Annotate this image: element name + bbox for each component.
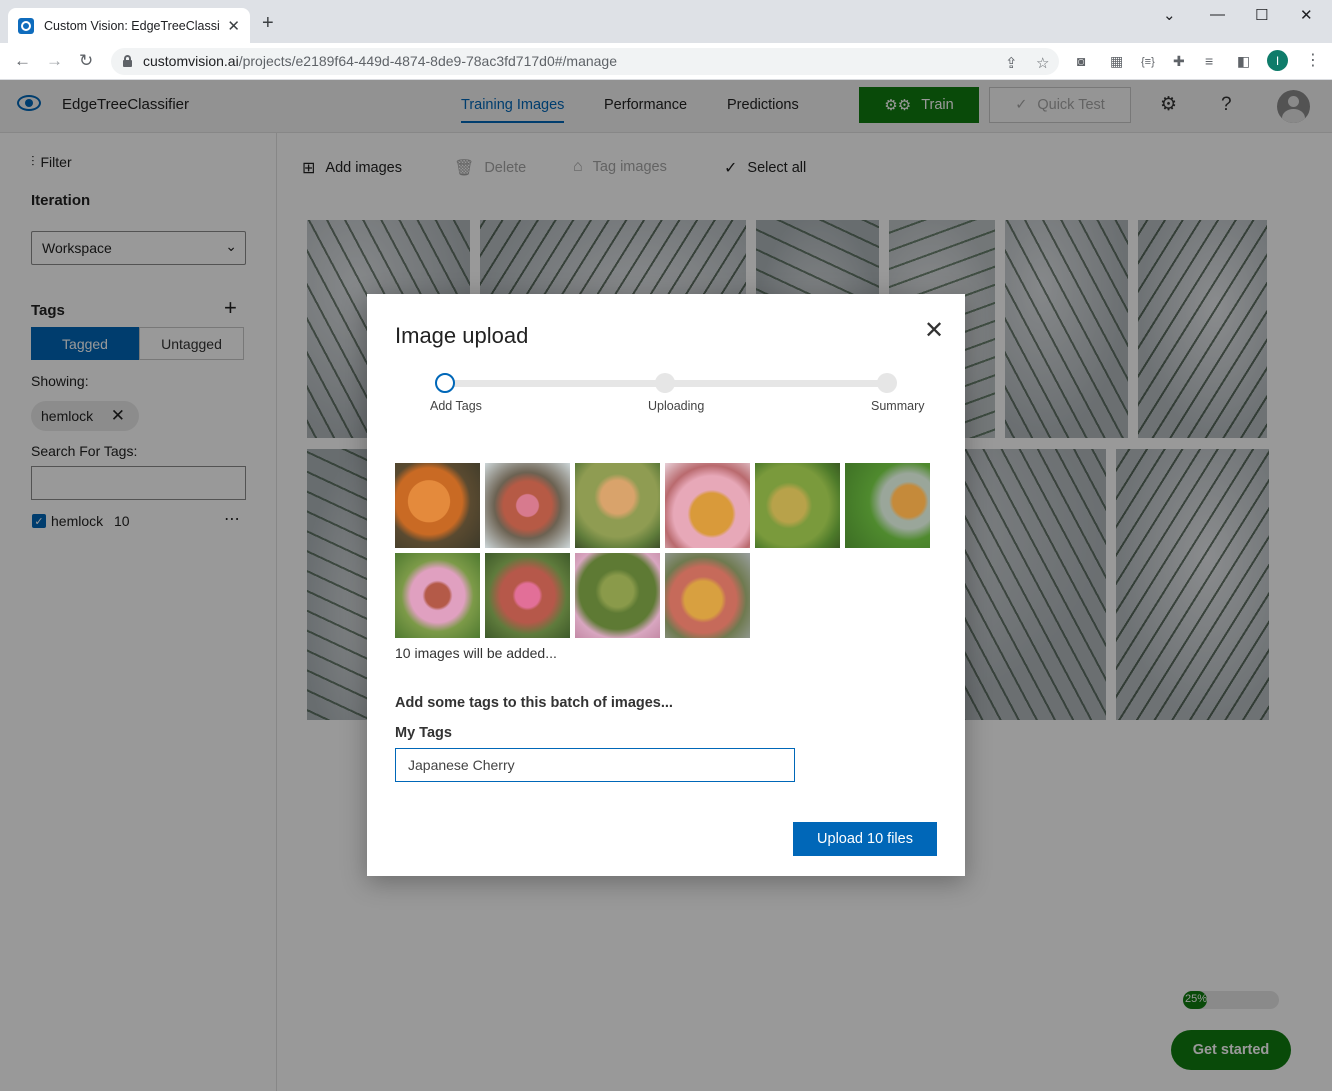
forward-arrow-icon[interactable]: →	[46, 52, 63, 69]
browser-tab[interactable]: Custom Vision: EdgeTreeClassifier ✕	[8, 8, 250, 43]
tags-prompt: Add some tags to this batch of images...	[395, 695, 673, 711]
url-omnibox[interactable]: customvision.ai/projects/e2189f64-449d-4…	[111, 48, 1059, 75]
browser-profile-avatar[interactable]: I	[1267, 50, 1288, 71]
window-close-icon[interactable]: ✕	[1300, 6, 1313, 24]
upload-preview-thumbnail	[395, 463, 480, 548]
browser-tab-strip: Custom Vision: EdgeTreeClassifier ✕ + ⌄ …	[0, 0, 1332, 43]
url-text: customvision.ai/projects/e2189f64-449d-4…	[143, 53, 617, 69]
upload-preview-thumbnail	[395, 553, 480, 638]
share-icon[interactable]: ⇪	[1005, 54, 1018, 72]
media-control-icon[interactable]: ≡	[1205, 53, 1213, 69]
image-count-text: 10 images will be added...	[395, 645, 557, 661]
lock-icon	[123, 55, 132, 67]
step-uploading-dot	[655, 373, 675, 393]
upload-preview-thumbnail	[575, 463, 660, 548]
reload-icon[interactable]: ↻	[79, 52, 93, 69]
tab-title: Custom Vision: EdgeTreeClassifier	[44, 18, 220, 33]
dialog-title: Image upload	[395, 323, 529, 348]
camera-extension-icon[interactable]: ◙	[1077, 53, 1085, 69]
upload-preview-thumbnail	[665, 463, 750, 548]
browser-menu-icon[interactable]: ⋮	[1305, 50, 1321, 70]
step-add-tags-label: Add Tags	[430, 399, 482, 413]
step-add-tags-dot	[435, 373, 455, 393]
image-upload-dialog: Image upload ✕ Add Tags Uploading Summar…	[367, 294, 965, 876]
step-summary-label: Summary	[871, 399, 925, 413]
minimize-icon[interactable]: —	[1210, 6, 1225, 23]
step-uploading-label: Uploading	[648, 399, 705, 413]
dialog-close-icon[interactable]: ✕	[924, 319, 944, 343]
new-tab-icon[interactable]: +	[262, 13, 274, 33]
upload-preview-thumbnail	[485, 463, 570, 548]
maximize-icon[interactable]: ☐	[1255, 6, 1268, 24]
extensions-puzzle-icon[interactable]: ✚	[1173, 53, 1185, 70]
upload-preview-thumbnail	[485, 553, 570, 638]
custom-vision-favicon-icon	[18, 17, 34, 34]
tab-search-chevron-icon[interactable]: ⌄	[1163, 6, 1176, 24]
my-tags-input[interactable]	[395, 748, 795, 782]
tab-close-icon[interactable]: ✕	[227, 17, 240, 35]
bookmark-star-icon[interactable]: ☆	[1036, 54, 1049, 72]
upload-files-button[interactable]: Upload 10 files	[793, 822, 937, 856]
side-panel-icon[interactable]: ◧	[1237, 53, 1250, 70]
upload-preview-thumbnail	[665, 553, 750, 638]
upload-preview-thumbnail	[575, 553, 660, 638]
step-summary-dot	[877, 373, 897, 393]
json-extension-icon[interactable]: {≡}	[1141, 56, 1155, 68]
back-arrow-icon[interactable]: ←	[14, 52, 31, 69]
upload-preview-thumbnail	[845, 463, 930, 548]
my-tags-label: My Tags	[395, 725, 452, 741]
address-bar-row: ← → ↻ customvision.ai/projects/e2189f64-…	[0, 43, 1332, 80]
extension-grid-icon[interactable]: ▦	[1110, 53, 1123, 70]
upload-preview-thumbnail	[755, 463, 840, 548]
